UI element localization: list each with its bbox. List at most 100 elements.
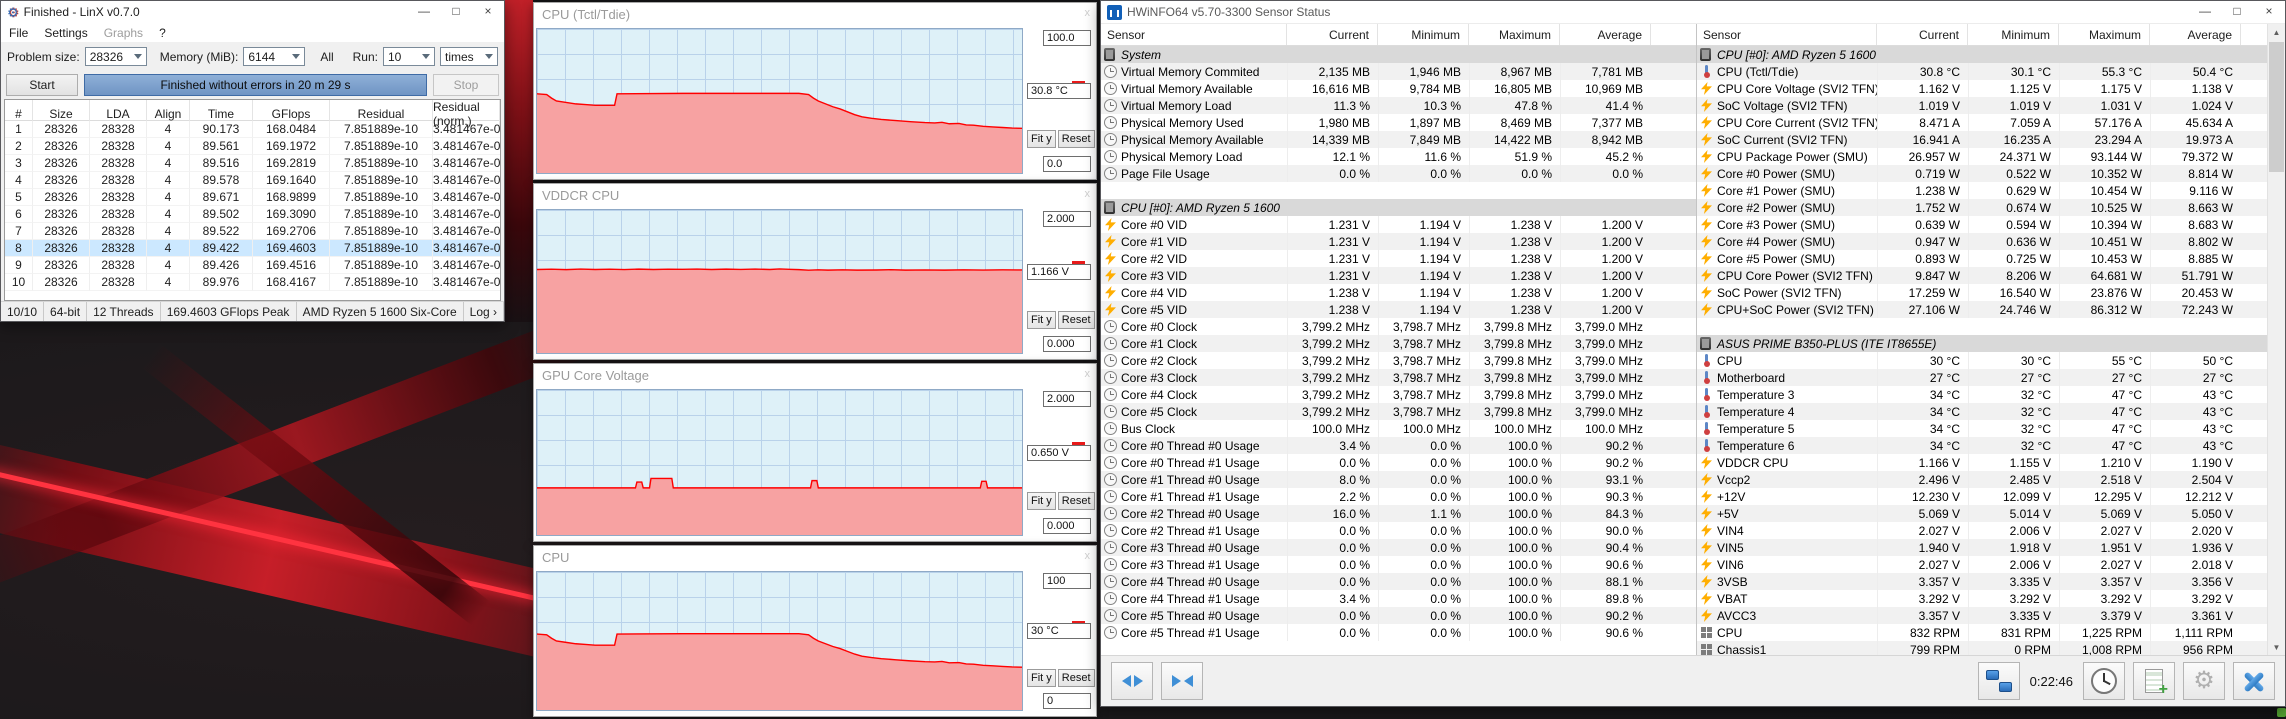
sensor-row[interactable]: CPU Package Power (SMU) 26.957 W 24.371 W9… — [1697, 148, 2267, 165]
sensor-row[interactable]: VBAT 3.292 V 3.292 V 3.292 V 3.292 V — [1697, 590, 2267, 607]
sensor-row[interactable]: Core #0 Thread #1 Usage 0.0 % 0.0 % 100.0 %… — [1101, 454, 1696, 471]
sensor-row[interactable]: CPU 30 °C 30 °C 55 °C 50 °C — [1697, 352, 2267, 369]
graph-plot-area[interactable] — [536, 571, 1023, 711]
sensor-row[interactable]: Virtual Memory Commited 2,135 MB 1,946 MB 8… — [1101, 63, 1696, 80]
graph-close-icon[interactable]: x — [1085, 368, 1091, 380]
sensor-row[interactable]: Core #5 Thread #1 Usage 0.0 % 0.0 % 100.0 %… — [1101, 624, 1696, 641]
reset-button[interactable]: Reset — [1057, 669, 1095, 687]
graph-plot-area[interactable] — [536, 209, 1023, 354]
sensor-row[interactable]: Vccp2 2.496 V 2.485 V 2.518 V 2.504 V — [1697, 471, 2267, 488]
sensor-row[interactable]: Chassis1 799 RPM 0 RPM 1,008 RPM 956 RPM — [1697, 641, 2267, 655]
run-select[interactable]: 10 — [383, 47, 435, 66]
graph-plot-area[interactable] — [536, 28, 1023, 174]
sensor-row[interactable]: Core #4 Thread #1 Usage 3.4 % 0.0 % 100.0 %… — [1101, 590, 1696, 607]
y-max-input[interactable]: 100 — [1043, 573, 1091, 589]
scrollbar-thumb[interactable] — [2269, 42, 2284, 172]
sensor-row[interactable]: Core #2 VID 1.231 V 1.194 V 1.238 V 1.200 V — [1101, 250, 1696, 267]
fit-y-button[interactable]: Fit y — [1027, 130, 1056, 149]
sensor-row[interactable]: Core #2 Power (SMU) 1.752 W 0.674 W 10.525 … — [1697, 199, 2267, 216]
table-row[interactable]: 4 28326 28328 4 89.578 169.1640 7.851889e-10 3.… — [5, 172, 500, 189]
reset-button[interactable]: Reset — [1057, 130, 1095, 149]
column-header-minimum[interactable]: Minimum — [1377, 24, 1468, 45]
graph-close-icon[interactable]: x — [1085, 7, 1091, 19]
sensor-row[interactable]: Core #3 VID 1.231 V 1.194 V 1.238 V 1.200 V — [1101, 267, 1696, 284]
y-max-input[interactable]: 2.000 — [1043, 211, 1091, 227]
sensor-row[interactable]: VIN5 1.940 V 1.918 V 1.951 V 1.936 V — [1697, 539, 2267, 556]
fit-y-button[interactable]: Fit y — [1027, 669, 1056, 687]
sensor-row[interactable]: Virtual Memory Available 16,616 MB 9,784 M… — [1101, 80, 1696, 97]
menu-[interactable]: ? — [151, 26, 174, 40]
sensor-row[interactable]: Core #1 Power (SMU) 1.238 W 0.629 W 10.454 … — [1697, 182, 2267, 199]
column-header-maximum[interactable]: Maximum — [1468, 24, 1559, 45]
table-row[interactable]: 7 28326 28328 4 89.522 169.2706 7.851889e-10 3.… — [5, 223, 500, 240]
table-row[interactable]: 1 28326 28328 4 90.173 168.0484 7.851889e-10 3.… — [5, 121, 500, 138]
sensor-group-row[interactable]: System — [1101, 46, 1696, 63]
menu-file[interactable]: File — [1, 26, 36, 40]
sensor-row[interactable]: Core #2 Clock 3,799.2 MHz 3,798.7 MHz 3,799… — [1101, 352, 1696, 369]
stop-button[interactable]: Stop — [433, 73, 499, 96]
sensor-row[interactable]: Core #0 Thread #0 Usage 3.4 % 0.0 % 100.0 %… — [1101, 437, 1696, 454]
sensor-row[interactable]: CPU+SoC Power (SVI2 TFN) 27.106 W 24.746 W… — [1697, 301, 2267, 318]
close-button[interactable]: × — [472, 1, 504, 23]
sensor-row[interactable]: Temperature 3 34 °C 32 °C 47 °C 43 °C — [1697, 386, 2267, 403]
column-header-maximum[interactable]: Maximum — [2058, 24, 2149, 45]
column-header-current[interactable]: Current — [1286, 24, 1377, 45]
sensor-row[interactable]: Core #4 Clock 3,799.2 MHz 3,798.7 MHz 3,799… — [1101, 386, 1696, 403]
start-button[interactable]: Start — [6, 73, 78, 96]
table-row[interactable]: 6 28326 28328 4 89.502 169.3090 7.851889e-10 3.… — [5, 206, 500, 223]
sensor-row[interactable]: CPU (Tctl/Tdie) 30.8 °C 30.1 °C 55.3 °C 50.4… — [1697, 63, 2267, 80]
menu-settings[interactable]: Settings — [36, 26, 95, 40]
sensor-row[interactable]: SoC Current (SVI2 TFN) 16.941 A 16.235 A 23… — [1697, 131, 2267, 148]
sensor-row[interactable]: CPU Core Power (SVI2 TFN) 9.847 W 8.206 W6… — [1697, 267, 2267, 284]
sensor-row[interactable]: Core #0 Power (SMU) 0.719 W 0.522 W 10.352 … — [1697, 165, 2267, 182]
sensor-group-row[interactable]: CPU [#0]: AMD Ryzen 5 1600 — [1697, 46, 2267, 63]
sensor-row[interactable]: SoC Voltage (SVI2 TFN) 1.019 V 1.019 V 1.03… — [1697, 97, 2267, 114]
y-min-input[interactable]: 0.000 — [1043, 518, 1091, 534]
sensor-row[interactable]: SoC Power (SVI2 TFN) 17.259 W 16.540 W 23.8… — [1697, 284, 2267, 301]
sensor-row[interactable]: Core #2 Thread #0 Usage 16.0 % 1.1 % 100.0 … — [1101, 505, 1696, 522]
sensor-row[interactable]: Core #5 Thread #0 Usage 0.0 % 0.0 % 100.0 %… — [1101, 607, 1696, 624]
sensor-row[interactable]: Core #5 VID 1.238 V 1.194 V 1.238 V 1.200 V — [1101, 301, 1696, 318]
close-sensors-button[interactable] — [2233, 662, 2275, 700]
sensor-row[interactable]: Page File Usage 0.0 % 0.0 % 0.0 % 0.0 % — [1101, 165, 1696, 182]
table-row[interactable]: 8 28326 28328 4 89.422 169.4603 7.851889e-10 3.… — [5, 240, 500, 257]
sensor-group-row[interactable]: CPU [#0]: AMD Ryzen 5 1600 — [1101, 199, 1696, 216]
sensor-row[interactable]: AVCC3 3.357 V 3.335 V 3.379 V 3.361 V — [1697, 607, 2267, 624]
minimize-button[interactable]: — — [2189, 1, 2221, 23]
vertical-scrollbar[interactable]: ▲ ▼ — [2267, 24, 2285, 655]
sensor-row[interactable]: Core #3 Thread #0 Usage 0.0 % 0.0 % 100.0 %… — [1101, 539, 1696, 556]
sensor-row[interactable]: Core #3 Clock 3,799.2 MHz 3,798.7 MHz 3,799… — [1101, 369, 1696, 386]
column-header-average[interactable]: Average — [2149, 24, 2240, 45]
sensor-row[interactable]: Virtual Memory Load 11.3 % 10.3 % 47.8 % 41.… — [1101, 97, 1696, 114]
sensor-row[interactable]: Temperature 5 34 °C 32 °C 47 °C 43 °C — [1697, 420, 2267, 437]
y-min-input[interactable]: 0 — [1043, 693, 1091, 709]
sensor-row[interactable]: Core #4 Power (SMU) 0.947 W 0.636 W 10.451 … — [1697, 233, 2267, 250]
memory-select[interactable]: 6144 — [243, 47, 306, 66]
sensor-row[interactable]: +12V 12.230 V 12.099 V 12.295 V 12.212 V — [1697, 488, 2267, 505]
logging-button[interactable] — [2133, 662, 2175, 700]
sensor-row[interactable]: VIN6 2.027 V 2.006 V 2.027 V 2.018 V — [1697, 556, 2267, 573]
scroll-down-arrow[interactable]: ▼ — [2268, 639, 2285, 655]
sensor-row[interactable]: CPU 832 RPM 831 RPM 1,225 RPM 1,111 RPM — [1697, 624, 2267, 641]
close-button[interactable]: × — [2253, 1, 2285, 23]
column-header-sensor[interactable]: Sensor — [1101, 24, 1286, 45]
column-header-average[interactable]: Average — [1559, 24, 1650, 45]
sensor-row[interactable]: Physical Memory Used 1,980 MB 1,897 MB 8,46… — [1101, 114, 1696, 131]
scroll-up-arrow[interactable]: ▲ — [2268, 24, 2285, 40]
collapse-columns-button[interactable] — [1161, 662, 1203, 700]
sensor-row[interactable]: Core #3 Thread #1 Usage 0.0 % 0.0 % 100.0 %… — [1101, 556, 1696, 573]
sensor-row[interactable]: Motherboard 27 °C 27 °C 27 °C 27 °C — [1697, 369, 2267, 386]
y-max-input[interactable]: 2.000 — [1043, 391, 1091, 407]
settings-button[interactable]: ⚙ — [2183, 662, 2225, 700]
sensor-row[interactable]: VIN4 2.027 V 2.006 V 2.027 V 2.020 V — [1697, 522, 2267, 539]
graph-close-icon[interactable]: x — [1085, 550, 1091, 562]
sensor-row[interactable]: Core #5 Power (SMU) 0.893 W 0.725 W 10.453 … — [1697, 250, 2267, 267]
sensor-row[interactable]: Temperature 6 34 °C 32 °C 47 °C 43 °C — [1697, 437, 2267, 454]
sensor-row[interactable]: Core #0 VID 1.231 V 1.194 V 1.238 V 1.200 V — [1101, 216, 1696, 233]
sensor-row[interactable]: Core #3 Power (SMU) 0.639 W 0.594 W 10.394 … — [1697, 216, 2267, 233]
graph-close-icon[interactable]: x — [1085, 188, 1091, 200]
reset-button[interactable]: Reset — [1057, 310, 1095, 329]
column-header-current[interactable]: Current — [1876, 24, 1967, 45]
sensor-row[interactable]: Core #4 VID 1.238 V 1.194 V 1.238 V 1.200 V — [1101, 284, 1696, 301]
times-select[interactable]: times — [440, 47, 498, 66]
